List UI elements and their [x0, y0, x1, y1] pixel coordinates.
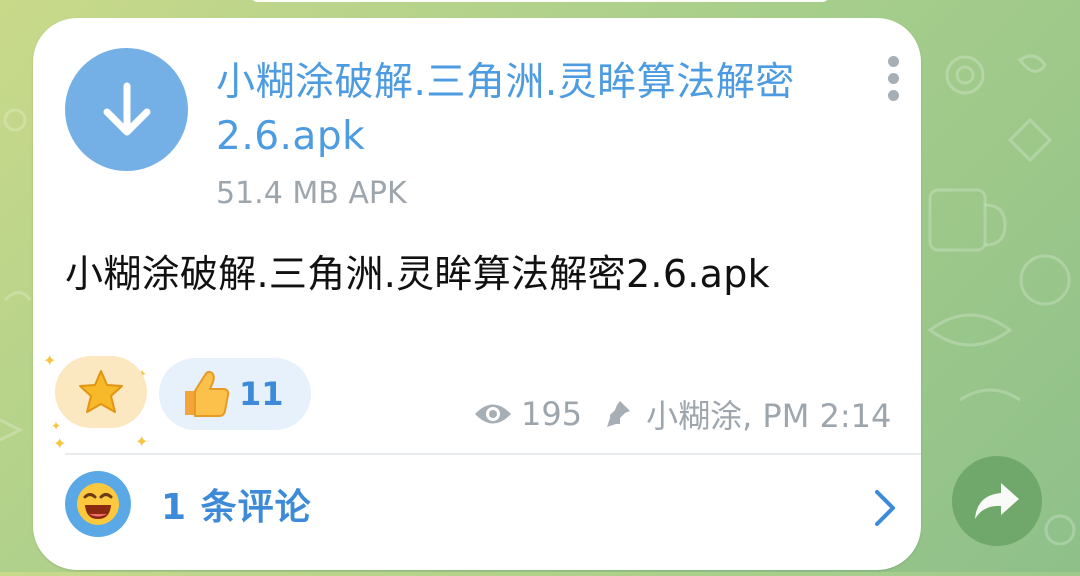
star-icon — [79, 370, 123, 413]
author-time: 小糊涂, PM 2:14 — [646, 397, 892, 435]
divider — [65, 453, 921, 455]
laughing-face-icon — [77, 483, 119, 525]
message-caption: 小糊涂破解.三角洲.灵眸算法解密2.6.apk — [65, 252, 770, 296]
dot — [887, 73, 899, 84]
avatar — [65, 471, 131, 537]
comments-button[interactable]: 1 条评论 — [65, 468, 895, 540]
share-arrow-icon — [975, 483, 1019, 519]
eye-icon — [475, 404, 511, 424]
download-arrow-icon — [103, 82, 150, 135]
view-count: 195 — [521, 395, 583, 433]
dot — [887, 90, 899, 101]
sparkle-icon: ✦ — [135, 432, 149, 451]
sparkle-icon: ✦ — [51, 419, 62, 433]
reaction-count: 11 — [239, 375, 284, 413]
file-name-link[interactable]: 小糊涂破解.三角洲.灵眸算法解密2.6.apk — [216, 56, 866, 164]
message-meta: 195 小糊涂, PM 2:14 — [473, 392, 891, 436]
dot — [887, 56, 899, 67]
more-options-button[interactable] — [879, 52, 907, 118]
pin-icon — [607, 401, 631, 427]
reaction-star[interactable] — [55, 356, 147, 428]
thumbs-up-icon — [185, 370, 230, 417]
share-button[interactable] — [952, 456, 1042, 546]
sparkle-icon: ✦ — [43, 351, 57, 370]
message-bubble[interactable]: 小糊涂破解.三角洲.灵眸算法解密2.6.apk 51.4 MB APK 小糊涂破… — [33, 18, 921, 570]
reaction-thumbs-up[interactable]: 11 — [159, 358, 311, 430]
file-download-button[interactable] — [65, 48, 188, 171]
chevron-right-icon — [875, 490, 895, 526]
file-size-type: 51.4 MB APK — [216, 176, 407, 211]
sparkle-icon: ✦ — [53, 434, 67, 453]
comments-label: 1 条评论 — [161, 487, 312, 528]
previous-message-edge — [250, 0, 830, 2]
